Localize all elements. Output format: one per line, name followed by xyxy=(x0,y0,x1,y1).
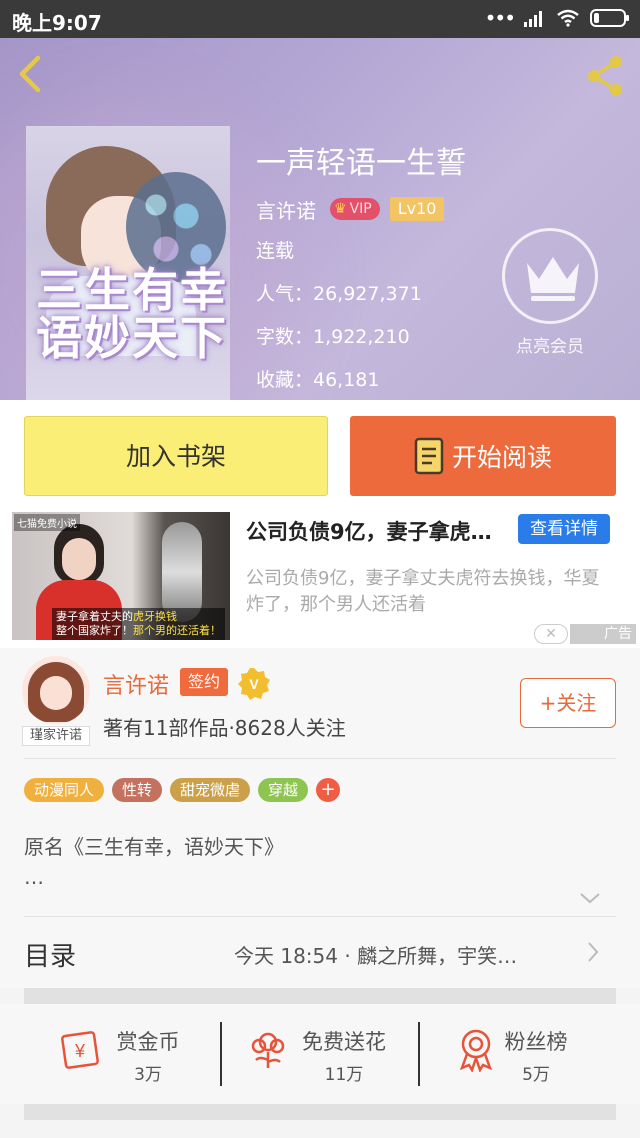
ad-description[interactable]: 公司负债9亿，妻子拿丈夫虎符去换钱，华夏炸了，那个男人还活着 xyxy=(246,566,616,618)
ad-person-face xyxy=(62,538,96,580)
author-name-link[interactable]: 言许诺 xyxy=(103,668,169,700)
svg-text:¥: ¥ xyxy=(74,1041,86,1061)
author-stats: 著有11部作品·8628人关注 xyxy=(103,716,346,740)
section-separator xyxy=(24,1104,616,1120)
reward-text: 粉丝榜 5万 xyxy=(476,1026,596,1085)
level-badge: Lv10 xyxy=(389,197,445,221)
divider xyxy=(24,758,616,759)
wifi-icon xyxy=(557,9,579,27)
divider xyxy=(220,1022,222,1086)
cover-title-text: 三生有幸 语妙天下 xyxy=(36,263,228,365)
ad-image-pendant xyxy=(162,522,202,622)
ad-image[interactable]: 七猫免费小说 妻子拿着丈夫的虎牙换钱 整个国家炸了！那个男的还活着！ xyxy=(12,512,230,640)
ad-image-brand: 七猫免费小说 xyxy=(14,514,80,531)
tag-item[interactable]: 甜宠微虐 xyxy=(170,778,251,802)
action-bar: 加入书架 开始阅读 xyxy=(0,400,640,510)
book-status: 连载 xyxy=(256,240,295,262)
reward-text: 赏金币 3万 xyxy=(88,1026,208,1085)
description-ellipsis: … xyxy=(24,865,44,889)
book-title: 一声轻语一生誓 xyxy=(256,146,466,181)
crown-icon: ♛ xyxy=(334,201,347,217)
member-button[interactable]: 点亮会员 xyxy=(500,228,600,368)
signal-icon xyxy=(524,11,542,27)
back-icon[interactable] xyxy=(14,54,50,94)
author-line: 言许诺 ♛ VIP Lv10 xyxy=(256,194,445,224)
ad-detail-button[interactable]: 查看详情 xyxy=(518,514,610,544)
ad-close-icon[interactable]: ✕ xyxy=(534,624,568,644)
more-dots-icon: ••• xyxy=(484,6,516,30)
start-reading-button[interactable]: 开始阅读 xyxy=(350,416,616,496)
author-section: 瑾家许诺 言许诺 签约 V 著有11部作品·8628人关注 +关注 动漫同人 性… xyxy=(0,648,640,988)
reward-title: 免费送花 xyxy=(302,1030,386,1054)
ad-caption-hl2: 那个男的还活着！ xyxy=(133,624,221,637)
book-header: 三生有幸 语妙天下 一声轻语一生誓 言许诺 ♛ VIP Lv10 连载 人气：2… xyxy=(0,38,640,400)
start-reading-label: 开始阅读 xyxy=(451,443,552,472)
svg-text:V: V xyxy=(249,676,259,692)
reward-coins-button[interactable]: ¥ 赏金币 3万 xyxy=(58,1020,238,1090)
status-icons: ••• xyxy=(485,8,630,28)
ad-caption-2: 整个国家炸了！ xyxy=(56,624,133,637)
verified-icon: V xyxy=(238,668,270,700)
reward-text: 免费送花 11万 xyxy=(284,1026,404,1085)
send-flowers-button[interactable]: 免费送花 11万 xyxy=(248,1020,418,1090)
divider xyxy=(418,1022,420,1086)
rewards-bar: ¥ 赏金币 3万 免费送花 11万 粉丝榜 5万 xyxy=(0,1004,640,1104)
ad-image-caption: 妻子拿着丈夫的虎牙换钱 整个国家炸了！那个男的还活着！ xyxy=(52,608,225,640)
section-separator xyxy=(24,988,616,1004)
table-of-contents-row[interactable]: 目录 今天 18:54 · 麟之所舞，宇笑… xyxy=(0,916,640,988)
vip-badge: ♛ VIP xyxy=(330,198,380,220)
reward-count: 5万 xyxy=(522,1065,550,1085)
battery-icon xyxy=(590,9,629,27)
crown-icon xyxy=(527,257,579,301)
member-circle xyxy=(502,228,598,324)
chevron-right-icon xyxy=(588,942,599,962)
avatar-tag: 瑾家许诺 xyxy=(22,726,90,746)
reward-count: 3万 xyxy=(134,1065,162,1085)
toc-label: 目录 xyxy=(24,942,77,972)
ad-caption-hl1: 虎牙换钱 xyxy=(133,610,177,623)
cover-title: 三生有幸 语妙天下 xyxy=(36,266,228,362)
ad-banner[interactable]: 七猫免费小说 妻子拿着丈夫的虎牙换钱 整个国家炸了！那个男的还活着！ 公司负债9… xyxy=(0,510,640,648)
reward-count: 11万 xyxy=(324,1065,364,1085)
expand-chevron-icon[interactable] xyxy=(578,890,602,906)
ad-label: 广告 xyxy=(570,624,636,644)
ad-caption-1: 妻子拿着丈夫的 xyxy=(56,610,133,623)
tag-item[interactable]: 性转 xyxy=(112,778,163,802)
member-label: 点亮会员 xyxy=(516,337,584,357)
reward-title: 赏金币 xyxy=(116,1030,180,1054)
ad-title[interactable]: 公司负债9亿，妻子拿虎… xyxy=(246,516,516,546)
author-name[interactable]: 言许诺 xyxy=(256,195,316,224)
book-icon xyxy=(414,437,444,475)
status-bar: 晚上9:07 ••• xyxy=(0,0,640,38)
reward-title: 粉丝榜 xyxy=(504,1030,568,1054)
tag-list: 动漫同人 性转 甜宠微虐 穿越 + xyxy=(24,778,341,802)
description-line: 原名《三生有幸，语妙天下》 xyxy=(24,835,284,859)
status-time: 晚上9:07 xyxy=(12,11,102,35)
add-to-shelf-button[interactable]: 加入书架 xyxy=(24,416,328,496)
latest-chapter: 今天 18:54 · 麟之所舞，宇笑… xyxy=(234,944,518,968)
book-description[interactable]: 原名《三生有幸，语妙天下》 … xyxy=(24,832,284,892)
flower-icon xyxy=(251,1032,285,1068)
avatar[interactable] xyxy=(22,656,90,724)
avatar-face xyxy=(40,676,72,710)
vip-label: VIP xyxy=(349,201,372,217)
tag-item[interactable]: 动漫同人 xyxy=(24,778,105,802)
follow-button[interactable]: +关注 xyxy=(520,678,616,728)
tag-item[interactable]: 穿越 xyxy=(258,778,309,802)
signed-badge: 签约 xyxy=(180,668,228,696)
book-cover[interactable]: 三生有幸 语妙天下 xyxy=(26,126,230,400)
book-popularity: 人气：26,927,371 xyxy=(256,283,422,305)
book-favorites: 收藏：46,181 xyxy=(256,369,380,391)
fan-ranking-button[interactable]: 粉丝榜 5万 xyxy=(456,1020,616,1090)
add-tag-button[interactable]: + xyxy=(316,778,341,802)
share-icon[interactable] xyxy=(582,54,628,98)
book-word-count: 字数：1,922,210 xyxy=(256,326,410,348)
